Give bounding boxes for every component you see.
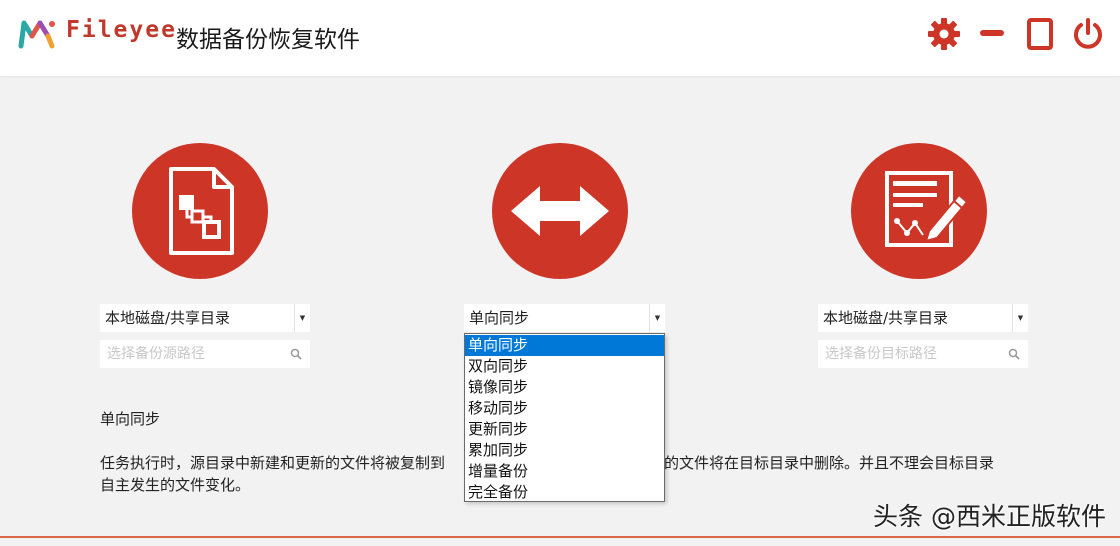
fileyee-logo-icon <box>18 20 55 49</box>
target-path-field[interactable] <box>818 340 1028 368</box>
dropdown-option[interactable]: 增量备份 <box>465 461 664 482</box>
mode-description-title: 单向同步 <box>100 410 161 428</box>
dropdown-arrow-icon: ▼ <box>294 304 310 332</box>
maximize-icon <box>1027 18 1053 50</box>
dropdown-option[interactable]: 更新同步 <box>465 419 664 440</box>
dropdown-option[interactable]: 完全备份 <box>465 482 664 503</box>
dropdown-option[interactable]: 镜像同步 <box>465 377 664 398</box>
double-arrow-icon <box>511 186 609 236</box>
dropdown-option[interactable]: 双向同步 <box>465 356 664 377</box>
source-circle[interactable] <box>132 143 268 279</box>
dropdown-option[interactable]: 单向同步 <box>465 335 664 356</box>
document-edit-icon <box>885 171 969 247</box>
gear-icon <box>928 18 960 50</box>
document-flowchart-icon <box>169 167 234 255</box>
minimize-icon <box>980 30 1004 36</box>
sync-mode-value: 单向同步 <box>469 309 530 327</box>
minimize-button[interactable] <box>974 16 1010 52</box>
source-path-field[interactable] <box>100 340 310 368</box>
dropdown-option[interactable]: 移动同步 <box>465 398 664 419</box>
search-icon <box>290 348 302 360</box>
dropdown-arrow-icon: ▼ <box>649 304 665 332</box>
watermark: 头条 @西米正版软件 <box>873 502 1106 531</box>
source-path-input[interactable] <box>100 340 310 368</box>
mode-description-line2: 自主发生的文件变化。 <box>100 476 251 494</box>
target-circle[interactable] <box>851 143 987 279</box>
source-type-value: 本地磁盘/共享目录 <box>105 309 231 327</box>
dropdown-arrow-icon: ▼ <box>1012 304 1028 332</box>
sync-mode-select[interactable]: 单向同步 ▼ <box>464 304 665 332</box>
target-path-input[interactable] <box>818 340 1028 368</box>
dropdown-option[interactable]: 累加同步 <box>465 440 664 461</box>
app-title: 数据备份恢复软件 <box>176 27 360 53</box>
source-type-select[interactable]: 本地磁盘/共享目录 ▼ <box>100 304 310 332</box>
power-icon <box>1074 18 1102 49</box>
target-type-select[interactable]: 本地磁盘/共享目录 ▼ <box>818 304 1028 332</box>
search-icon <box>1008 348 1020 360</box>
mode-description-line1-left: 任务执行时，源目录中新建和更新的文件将被复制到 <box>100 454 446 472</box>
close-button[interactable] <box>1070 16 1106 52</box>
mode-circle[interactable] <box>492 143 628 279</box>
target-type-value: 本地磁盘/共享目录 <box>823 309 949 327</box>
settings-button[interactable] <box>926 16 962 52</box>
sync-mode-dropdown-list[interactable]: 单向同步 双向同步 镜像同步 移动同步 更新同步 累加同步 增量备份 完全备份 <box>464 333 665 502</box>
bottom-divider <box>0 536 1120 546</box>
brand-name: Fileyee <box>66 17 177 43</box>
title-bar: Fileyee 数据备份恢复软件 <box>0 0 1120 76</box>
mode-description-line1-right: 的文件将在目标目录中删除。并且不理会目标目录 <box>664 454 995 472</box>
maximize-button[interactable] <box>1022 16 1058 52</box>
